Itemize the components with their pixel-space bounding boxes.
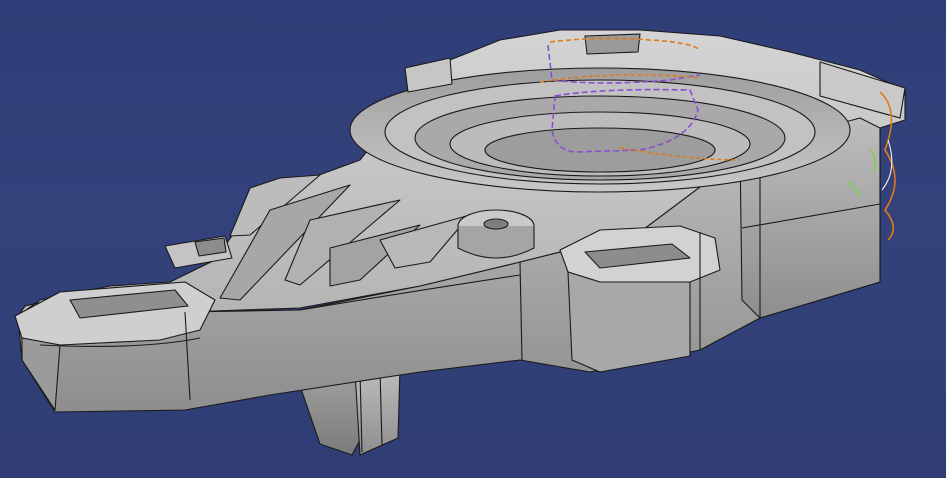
center-boss[interactable]	[457, 209, 535, 259]
rim-pocket-top[interactable]	[584, 33, 641, 55]
cast-housing-part[interactable]	[14, 29, 906, 456]
part-render[interactable]	[0, 0, 946, 478]
3d-viewport[interactable]	[0, 0, 946, 478]
